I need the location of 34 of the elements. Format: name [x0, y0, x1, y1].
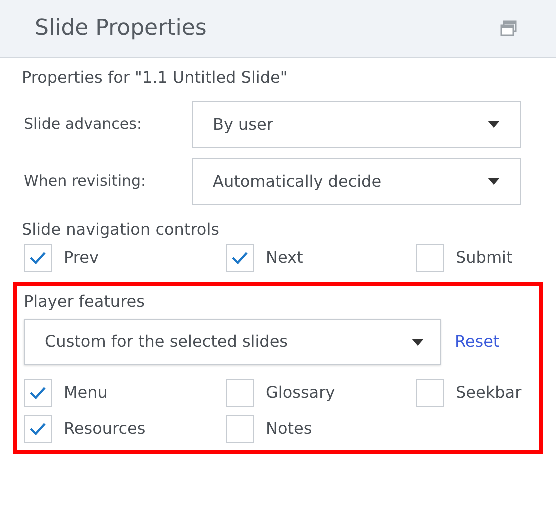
- section-heading: Slide navigation controls: [22, 219, 220, 241]
- checkbox-label: Next: [266, 247, 304, 269]
- checkbox[interactable]: [226, 415, 254, 443]
- checkbox-label: Notes: [266, 418, 312, 440]
- checkbox-label: Glossary: [266, 382, 336, 404]
- section-heading: Properties for "1.1 Untitled Slide": [22, 67, 289, 89]
- checkmark-icon: [30, 252, 46, 264]
- caret-icon: [412, 338, 424, 346]
- dropdown[interactable]: Custom for the selected slides: [24, 319, 441, 365]
- checkbox[interactable]: [226, 244, 254, 272]
- checkbox[interactable]: [226, 379, 254, 407]
- dropdown[interactable]: Automatically decide: [192, 158, 521, 205]
- checkmark-icon: [30, 423, 46, 435]
- checkbox-label: Resources: [64, 418, 146, 440]
- checkmark-icon: [232, 252, 248, 264]
- dropdown[interactable]: By user: [192, 101, 521, 148]
- checkbox-label: Menu: [64, 382, 108, 404]
- checkbox-label: Submit: [456, 247, 513, 269]
- checkbox[interactable]: [24, 415, 52, 443]
- section-heading: Player features: [24, 291, 146, 313]
- checkbox[interactable]: [24, 244, 52, 272]
- checkmark-icon: [30, 387, 46, 399]
- restore-window-icon[interactable]: [500, 20, 518, 38]
- checkbox-label: Prev: [64, 247, 99, 269]
- caret-icon: [488, 178, 500, 185]
- checkbox[interactable]: [416, 379, 444, 407]
- checkbox-label: Seekbar: [456, 382, 522, 404]
- field-label: When revisiting:: [23, 171, 148, 192]
- field-label: Slide advances:: [23, 114, 144, 136]
- checkbox[interactable]: [24, 379, 52, 407]
- reset-link[interactable]: Reset: [455, 330, 500, 354]
- checkbox[interactable]: [416, 244, 444, 272]
- caret-icon: [488, 121, 500, 128]
- panel-title: Slide Properties: [35, 15, 207, 43]
